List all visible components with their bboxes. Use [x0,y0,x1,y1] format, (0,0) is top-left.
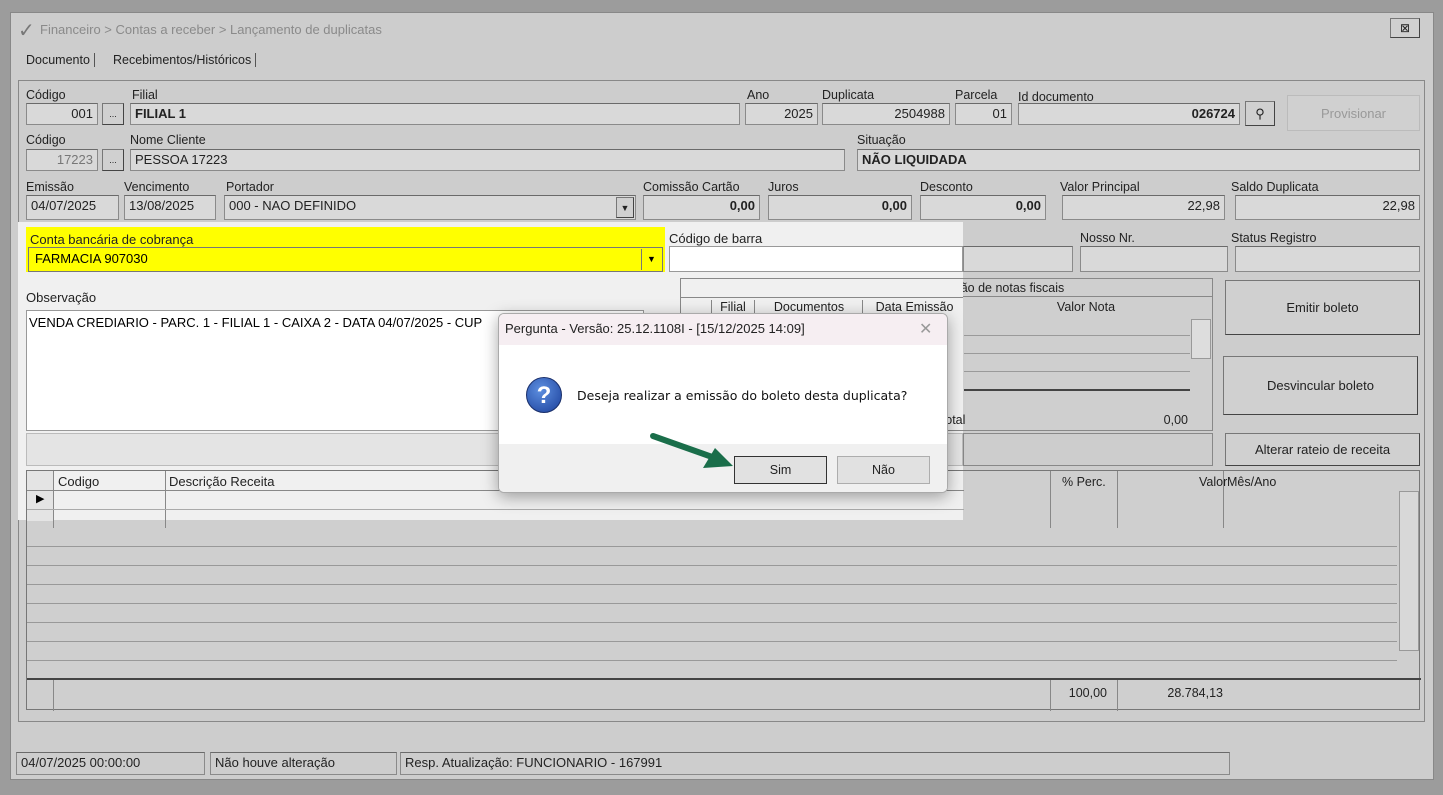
vencimento-label: Vencimento [124,180,190,194]
nome-cliente-field[interactable]: PESSOA 17223 [130,149,845,171]
desconto-label: Desconto [920,180,973,194]
parcela-field[interactable]: 01 [955,103,1012,125]
cliente-browse-button[interactable]: ... [102,149,124,171]
emissao-label: Emissão [26,180,74,194]
codigo-cliente-field[interactable]: 17223 [26,149,98,171]
situacao-label: Situação [857,133,906,147]
duplicata-field[interactable]: 2504988 [822,103,950,125]
gray-bar [963,433,1213,466]
ano-field[interactable]: 2025 [745,103,818,125]
nao-button[interactable]: Não [837,456,930,484]
app-logo-icon: ✓ [18,20,35,42]
filial-label: Filial [132,88,158,102]
status-date: 04/07/2025 00:00:00 [16,752,205,775]
codigo-cliente-label: Código [26,133,66,147]
nosso-nr-label: Nosso Nr. [1080,231,1135,245]
col-documentos: Documentos [756,300,863,314]
observacao-label: Observação [26,290,97,305]
window-title: Financeiro > Contas a receber > Lançamen… [40,22,382,37]
portador-value: 000 - NAO DEFINIDO [229,198,357,213]
chevron-down-icon[interactable]: ▼ [616,197,634,218]
vencimento-field[interactable]: 13/08/2025 [124,195,216,220]
close-button[interactable]: ⊠ [1390,18,1420,38]
nosso-nr-field[interactable] [1080,246,1228,272]
status-alteracao: Não houve alteração [210,752,397,775]
emissao-field[interactable]: 04/07/2025 [26,195,119,220]
nome-cliente-label: Nome Cliente [130,133,206,147]
total-valor: 28.784,13 [1167,686,1223,700]
codigo-barra-label: Código de barra [669,231,763,246]
desconto-field[interactable]: 0,00 [920,195,1046,220]
status-registro-field[interactable] [1235,246,1420,272]
provisionar-button[interactable]: Provisionar [1287,95,1420,131]
sim-button[interactable]: Sim [734,456,827,484]
alterar-rateio-button[interactable]: Alterar rateio de receita [1225,433,1420,466]
saldo-field[interactable]: 22,98 [1235,195,1420,220]
codigo-field[interactable]: 001 [26,103,98,125]
filial-field[interactable]: FILIAL 1 [130,103,740,125]
total-perc: 100,00 [1068,686,1107,700]
col-valor-nota: Valor Nota [1056,300,1116,314]
saldo-label: Saldo Duplicata [1231,180,1319,194]
comissao-field[interactable]: 0,00 [643,195,760,220]
duplicata-label: Duplicata [822,88,875,102]
desvincular-boleto-button[interactable]: Desvincular boleto [1223,356,1418,415]
dialog-close-icon[interactable]: ✕ [919,319,932,339]
valor-principal-field[interactable]: 22,98 [1062,195,1225,220]
valor-principal-label: Valor Principal [1060,180,1140,194]
conta-bancaria-value: FARMACIA 907030 [35,251,148,266]
conta-bancaria-label: Conta bancária de cobrança [30,232,194,247]
col-codigo: Codigo [58,474,100,489]
ano-label: Ano [747,88,770,102]
dialog-title: Pergunta - Versão: 25.12.1108I - [15/12/… [505,321,805,336]
id-documento-label: Id documento [1018,90,1094,104]
col-descricao: Descrição Receita [169,474,275,489]
juros-field[interactable]: 0,00 [768,195,912,220]
arrow-icon [650,433,733,468]
conta-bancaria-select[interactable]: FARMACIA 907030 ▼ [28,247,663,272]
codigo-barra-field-ext [963,246,1073,272]
tab-recebimentos[interactable]: Recebimentos/Históricos [113,53,257,67]
status-responsavel: Resp. Atualização: FUNCIONARIO - 167991 [400,752,1230,775]
situacao-field: NÃO LIQUIDADA [857,149,1420,171]
codigo-barra-field[interactable] [669,246,963,272]
dialog-message: Deseja realizar a emissão do boleto dest… [577,388,908,403]
comissao-label: Comissão Cartão [643,180,740,194]
row-pointer-icon: ▶ [36,493,45,505]
chevron-down-icon[interactable]: ▼ [641,249,661,270]
search-icon[interactable]: ⚲ [1245,101,1275,126]
tab-documento[interactable]: Documento [26,53,95,67]
col-perc: % Perc. [1062,475,1106,489]
col-data-emissao: Data Emissão [875,300,954,314]
portador-select[interactable]: 000 - NAO DEFINIDO ▼ [224,195,636,220]
notas-total-value: 0,00 [1163,413,1188,427]
col-mes-ano: Mês/Ano [1227,475,1277,489]
parcela-label: Parcela [955,88,998,102]
grid-scrollbar[interactable] [1399,491,1419,651]
id-documento-field[interactable]: 026724 [1018,103,1240,125]
scrollbar-thumb[interactable] [1191,319,1211,359]
codigo-label: Código [26,88,66,102]
question-icon: ? [526,377,562,413]
emitir-boleto-button[interactable]: Emitir boleto [1225,280,1420,335]
filial-browse-button[interactable]: ... [102,103,124,125]
juros-label: Juros [768,180,799,194]
portador-label: Portador [226,180,274,194]
col-filial: Filial [711,300,755,314]
status-registro-label: Status Registro [1231,231,1317,245]
